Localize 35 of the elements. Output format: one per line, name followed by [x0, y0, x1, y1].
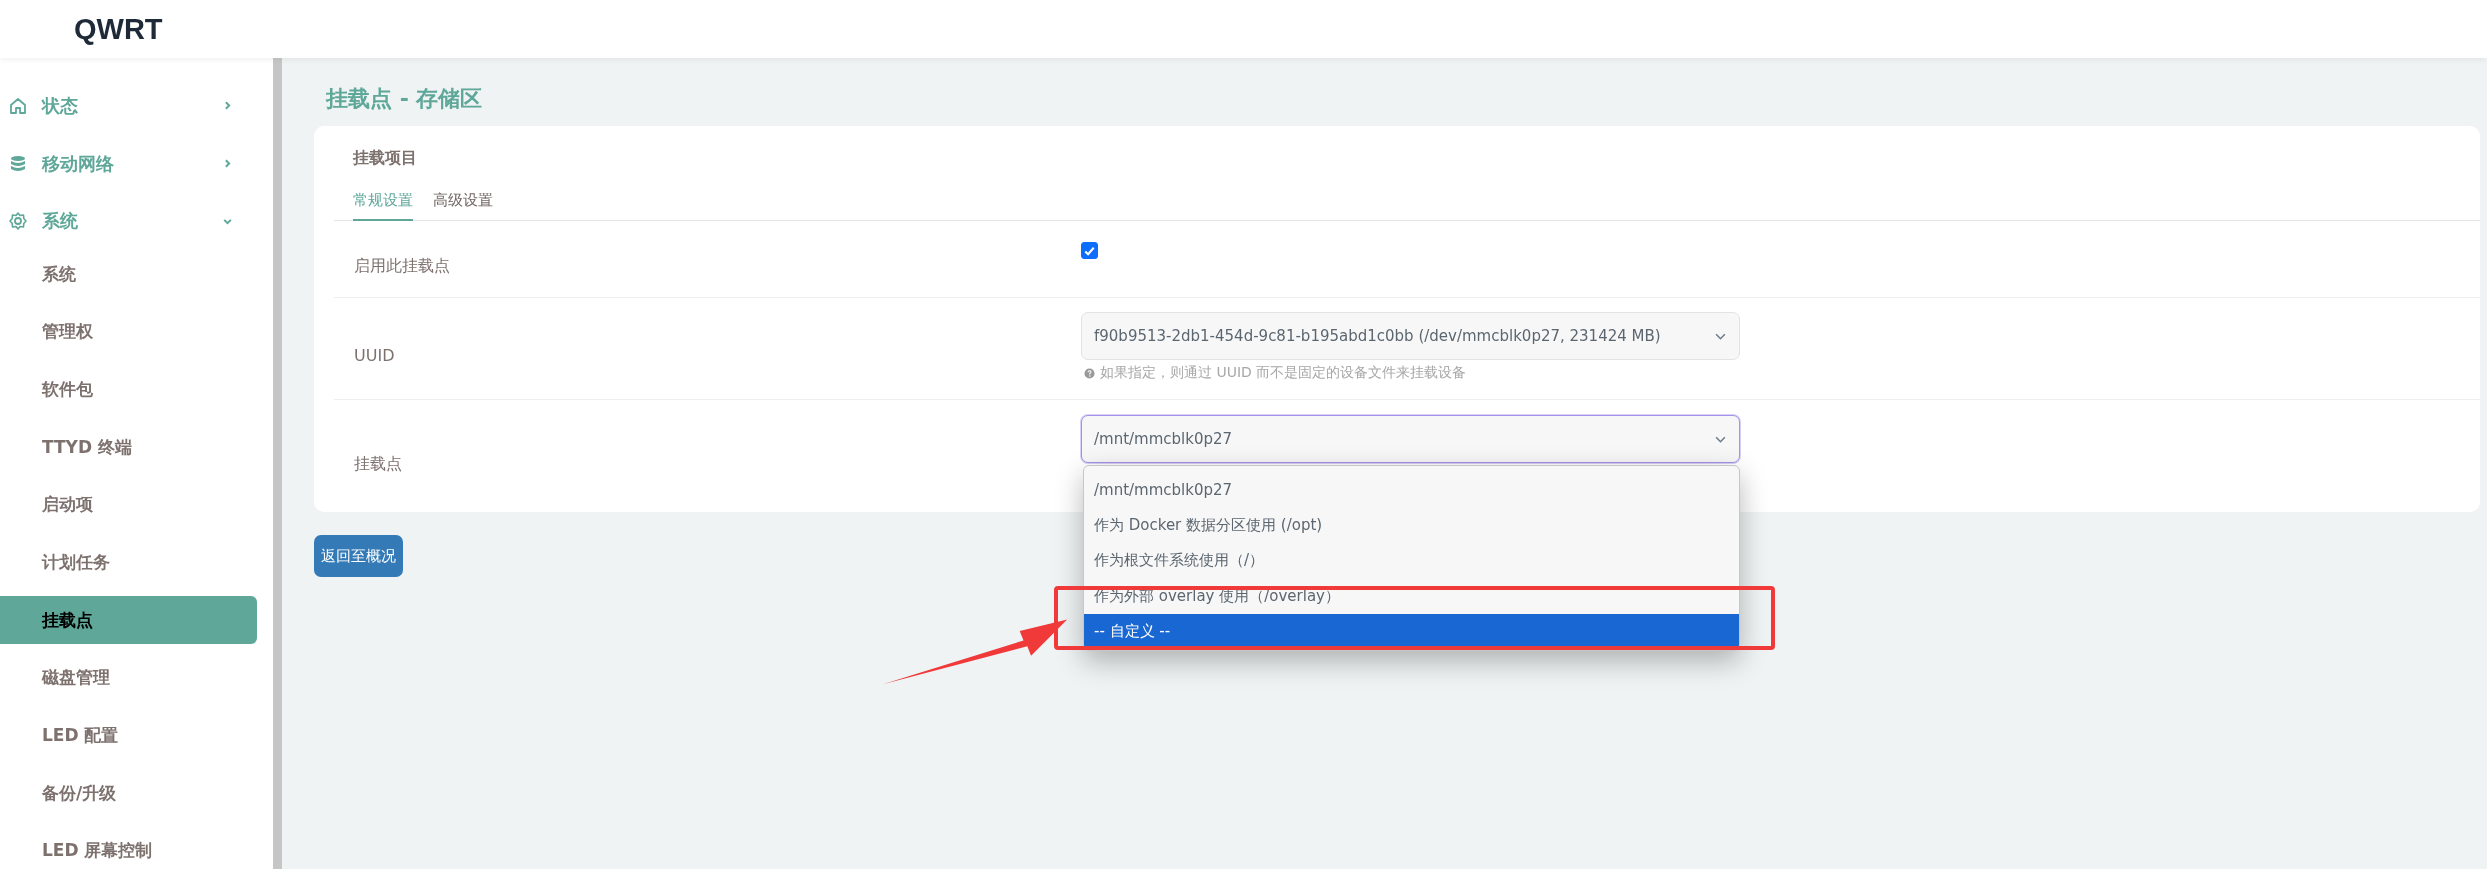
dropdown-option[interactable]: 作为根文件系统使用（/） — [1084, 543, 1739, 579]
sidebar-menu-item[interactable]: 状态 — [0, 77, 257, 135]
tab[interactable]: 高级设置 — [433, 191, 493, 221]
sidebar-menu-item[interactable]: LED 配置 — [0, 711, 257, 760]
settings-icon — [8, 211, 28, 232]
field-label: 挂载点 — [353, 452, 403, 475]
dropdown-option[interactable]: /mnt/mmcblk0p27 — [1084, 472, 1739, 508]
sidebar-menu-item[interactable]: 磁盘管理 — [0, 653, 257, 702]
home-icon — [8, 95, 28, 116]
sidebar-menu-item[interactable]: 系统 — [0, 192, 257, 251]
dropdown-select[interactable]: f90b9513-2db1-454d-9c81-b195abd1c0bb (/dev/mmcblk0p27, 231424 MB) — [1081, 312, 1740, 360]
sidebar-menu-item[interactable]: LED 屏幕控制 — [0, 826, 257, 869]
scrollbar[interactable] — [273, 58, 282, 869]
dropdown-select[interactable]: /mnt/mmcblk0p27 — [1081, 415, 1740, 463]
sidebar-menu-item[interactable]: 备份/升级 — [0, 769, 257, 818]
checkbox[interactable] — [1081, 242, 1098, 259]
sidebar-menu-item[interactable]: 系统 — [0, 250, 257, 299]
sidebar-menu-item[interactable]: 计划任务 — [0, 538, 257, 587]
sidebar-menu-item[interactable]: 移动网络 — [0, 134, 257, 193]
field-label: 启用此挂载点 — [353, 254, 451, 277]
sidebar-menu-item[interactable]: 启动项 — [0, 480, 257, 529]
tab[interactable]: 常规设置 — [353, 191, 413, 221]
dropdown-option[interactable]: 作为 Docker 数据分区使用 (/opt) — [1084, 507, 1739, 543]
database-icon — [8, 153, 28, 174]
sidebar-menu-item[interactable]: TTYD 终端 — [0, 423, 257, 472]
brand-logo-text: QWRT — [74, 12, 163, 46]
help-text: 如果指定，则通过 UUID 而不是固定的设备文件来挂载设备 — [1100, 364, 1467, 382]
page-title: 挂载点 - 存储区 — [326, 85, 484, 113]
sidebar-menu-item[interactable]: 挂载点 — [0, 596, 257, 645]
section-title: 挂载项目 — [353, 148, 418, 169]
field-label: UUID — [353, 345, 396, 367]
sidebar-menu-item[interactable]: 管理权 — [0, 307, 257, 356]
back-button[interactable]: 返回至概况 — [314, 535, 403, 577]
sidebar-menu-item[interactable]: 软件包 — [0, 365, 257, 414]
help-icon — [1084, 367, 1095, 379]
